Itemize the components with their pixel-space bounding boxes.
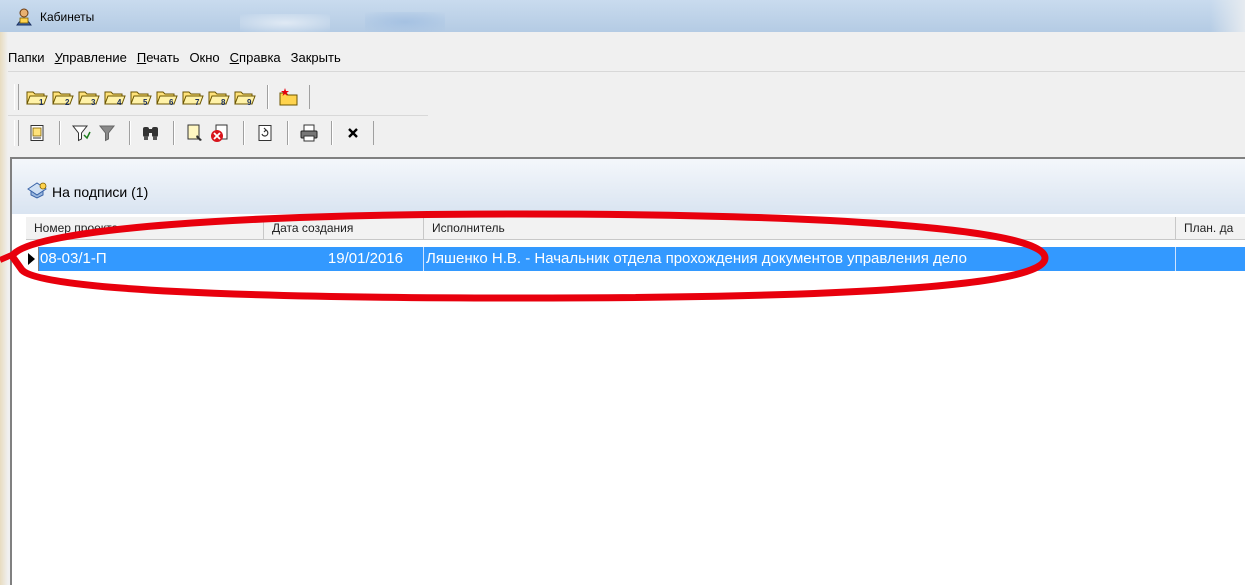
titlebar-edge xyxy=(1210,0,1245,32)
panel-header: На подписи (1) xyxy=(12,159,1245,214)
toolbar-divider xyxy=(59,121,61,145)
menu-close[interactable]: Закрыть xyxy=(291,50,341,65)
folder-8-button[interactable]: 8 xyxy=(207,85,231,109)
menu-print[interactable]: Печать xyxy=(137,50,180,65)
folder-icon xyxy=(52,91,74,105)
cell-plan xyxy=(1176,247,1245,271)
column-label: Номер проекта xyxy=(34,221,119,235)
folder-5-button[interactable]: 5 xyxy=(129,85,153,109)
toolbar-end xyxy=(373,121,374,145)
column-header-date[interactable]: Дата создания xyxy=(264,217,424,239)
column-label: Исполнитель xyxy=(432,221,505,235)
folder-icon xyxy=(104,91,126,105)
print-button[interactable] xyxy=(297,121,321,145)
folder-icon xyxy=(182,91,204,105)
cell-date: 19/01/2016 xyxy=(264,247,424,271)
toolbar-divider xyxy=(129,121,131,145)
cell-number: 08-03/1-П xyxy=(40,250,107,267)
menu-management[interactable]: Управление xyxy=(55,50,127,65)
new-folder-button[interactable] xyxy=(277,85,301,109)
folder-icon xyxy=(234,91,256,105)
toolbar-divider xyxy=(331,121,333,145)
folder-icon xyxy=(156,91,178,105)
window-title: Кабинеты xyxy=(40,10,95,24)
filter-set-icon xyxy=(71,125,91,142)
menu-help[interactable]: Справка xyxy=(230,50,281,65)
close-button[interactable] xyxy=(341,121,365,145)
document-delete-button[interactable] xyxy=(209,121,233,145)
window-titlebar: Кабинеты xyxy=(0,0,1245,32)
close-icon xyxy=(348,128,358,138)
filter-icon xyxy=(98,125,116,142)
refresh-icon xyxy=(258,125,272,141)
folder-icon xyxy=(26,91,48,105)
toolbar-divider xyxy=(243,121,245,145)
user-cabinet-icon xyxy=(14,8,34,26)
folders-toolbar: 123456789 xyxy=(14,82,310,112)
titlebar-glow xyxy=(240,14,330,32)
folder-6-button[interactable]: 6 xyxy=(155,85,179,109)
menu-folders[interactable]: Папки xyxy=(8,50,45,65)
document-view-icon xyxy=(30,125,44,141)
toolbar-divider xyxy=(173,121,175,145)
folder-4-button[interactable]: 4 xyxy=(103,85,127,109)
folder-9-button[interactable]: 9 xyxy=(233,85,257,109)
titlebar-glow xyxy=(365,12,445,32)
document-select-button[interactable] xyxy=(183,121,207,145)
folder-sign-icon xyxy=(26,181,47,199)
document-view-button[interactable] xyxy=(25,121,49,145)
new-folder-icon xyxy=(279,88,298,106)
panel-title: На подписи (1) xyxy=(52,184,149,200)
menu-bar: Папки Управление Печать Окно Справка Зак… xyxy=(8,44,351,70)
menu-window[interactable]: Окно xyxy=(189,50,219,65)
signature-panel: На подписи (1) Номер проекта Дата создан… xyxy=(10,157,1245,585)
column-label: План. да xyxy=(1184,221,1234,235)
toolbar-grip[interactable] xyxy=(14,84,19,110)
folder-icon xyxy=(208,91,230,105)
filter-set-button[interactable] xyxy=(69,121,93,145)
folder-1-button[interactable]: 1 xyxy=(25,85,49,109)
row-indicator xyxy=(26,247,39,271)
folder-icon xyxy=(78,91,100,105)
column-header-plan[interactable]: План. да xyxy=(1176,217,1245,239)
column-header-executor[interactable]: Исполнитель xyxy=(424,217,1176,239)
column-label: Дата создания xyxy=(272,221,354,235)
current-row-arrow-icon xyxy=(28,253,35,265)
document-select-icon xyxy=(187,124,202,141)
cell-executor: Ляшенко Н.В. - Начальник отдела прохожде… xyxy=(424,247,1176,271)
window-frame-left xyxy=(0,32,8,585)
refresh-button[interactable] xyxy=(253,121,277,145)
folder-7-button[interactable]: 7 xyxy=(181,85,205,109)
folder-3-button[interactable]: 3 xyxy=(77,85,101,109)
toolbar-grip[interactable] xyxy=(14,120,19,146)
column-header-number[interactable]: Номер проекта xyxy=(26,217,264,239)
document-delete-icon xyxy=(211,124,228,142)
filter-button[interactable] xyxy=(95,121,119,145)
print-icon xyxy=(300,124,318,142)
find-button[interactable] xyxy=(139,121,163,145)
folder-icon xyxy=(130,91,152,105)
table-row[interactable]: 08-03/1-П 19/01/2016 Ляшенко Н.В. - Нача… xyxy=(26,247,1245,271)
toolbar-separator xyxy=(8,115,428,116)
grid-header: Номер проекта Дата создания Исполнитель … xyxy=(26,217,1245,240)
folder-2-button[interactable]: 2 xyxy=(51,85,75,109)
menu-separator xyxy=(8,71,1245,72)
toolbar-divider xyxy=(267,85,269,109)
toolbar-end xyxy=(309,85,310,109)
actions-toolbar xyxy=(14,118,374,148)
toolbar-divider xyxy=(287,121,289,145)
find-icon xyxy=(143,127,158,140)
